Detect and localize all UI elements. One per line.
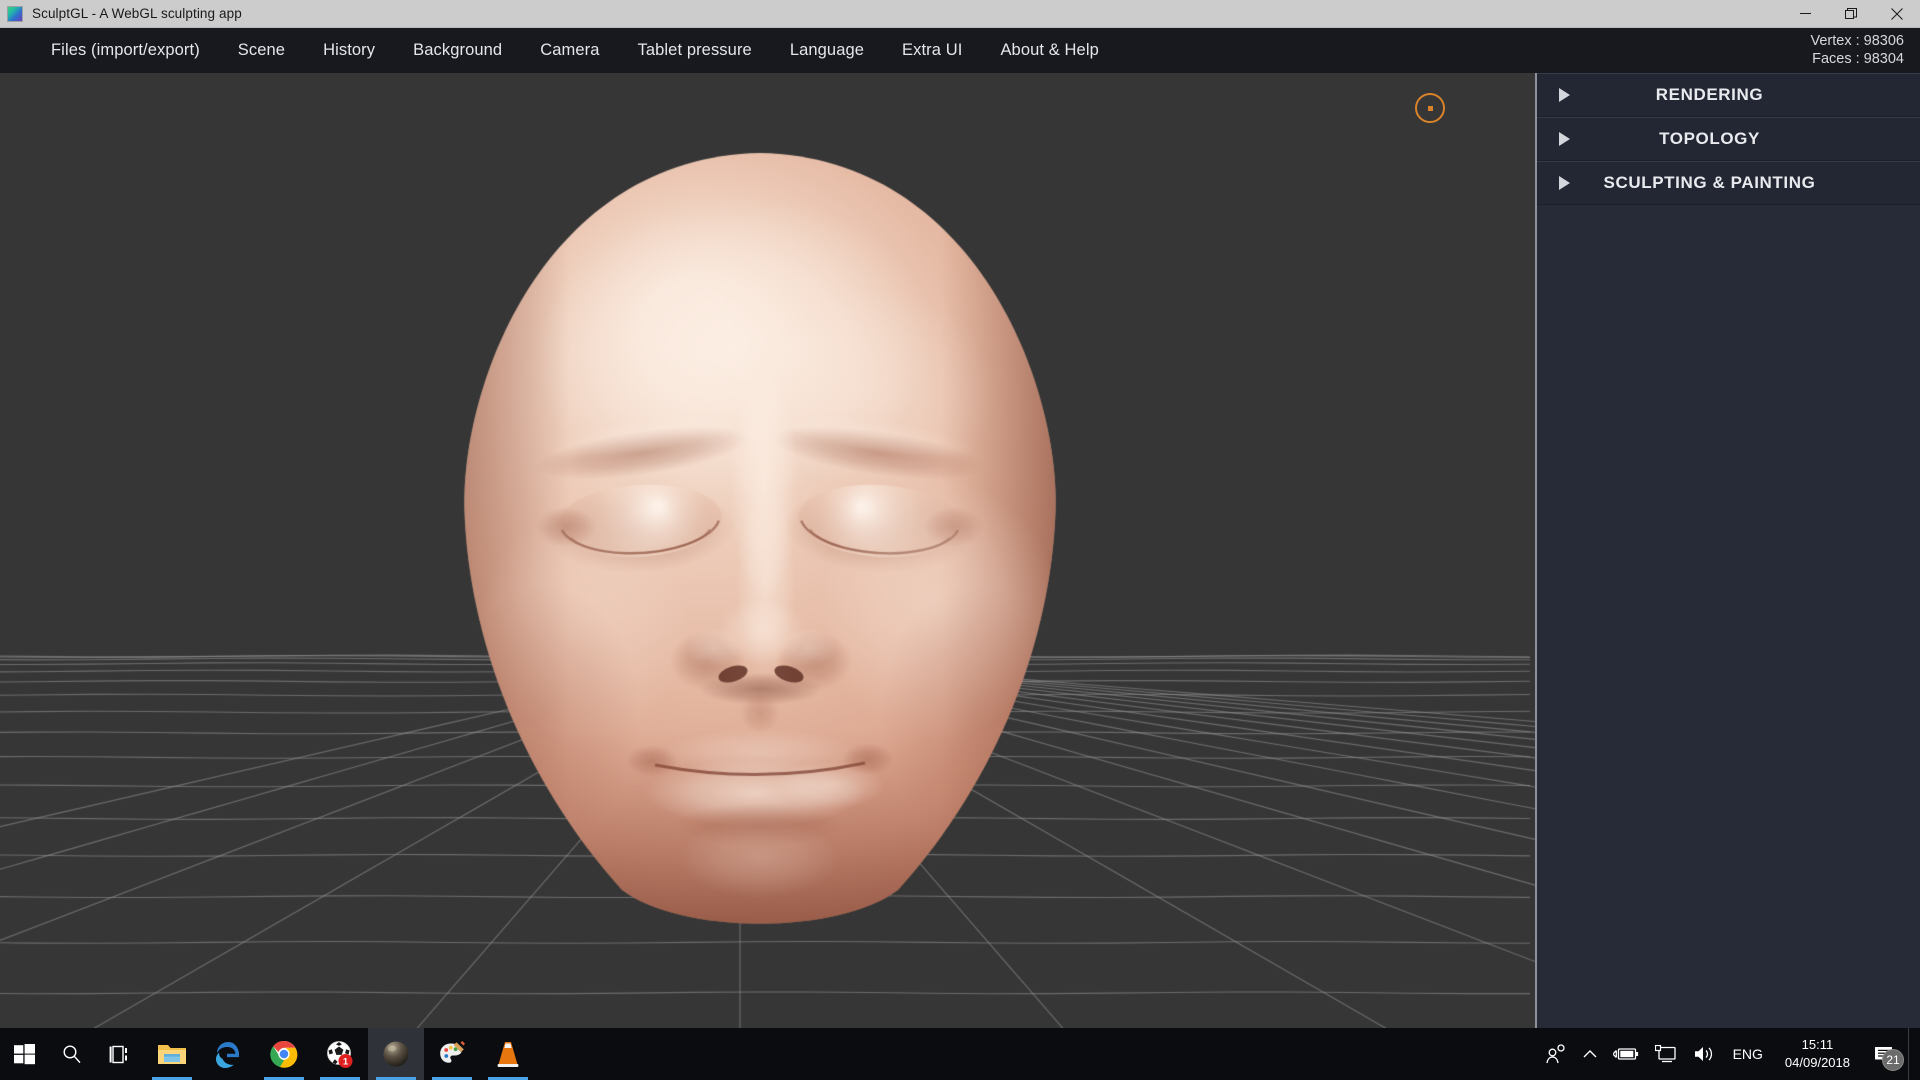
panel-rendering[interactable]: RENDERING (1537, 73, 1920, 117)
panel-topology[interactable]: TOPOLOGY (1537, 117, 1920, 161)
battery-charging-icon[interactable] (1605, 1028, 1647, 1080)
sculpt-3d-viewport[interactable] (0, 73, 1535, 1028)
taskbar-app-vlc[interactable] (480, 1028, 536, 1080)
tools-sidebar: RENDERING TOPOLOGY SCULPTING & PAINTING (1535, 73, 1920, 1028)
clock-time: 15:11 (1801, 1037, 1834, 1053)
main-menu-bar: Files (import/export) Scene History Back… (0, 28, 1920, 73)
taskbar-app-paint-3d[interactable] (424, 1028, 480, 1080)
panel-topology-label: TOPOLOGY (1659, 129, 1760, 148)
menu-item-files[interactable]: Files (import/export) (32, 35, 219, 66)
vertex-count: Vertex : 98306 (1810, 32, 1904, 49)
clock-date: 04/09/2018 (1784, 1055, 1850, 1070)
chevron-right-icon (1559, 88, 1570, 102)
windows-start-icon[interactable] (0, 1028, 48, 1080)
taskbar-app-google-chrome[interactable] (256, 1028, 312, 1080)
taskbar-app-microsoft-edge[interactable] (200, 1028, 256, 1080)
menu-item-scene[interactable]: Scene (219, 35, 304, 66)
window-title: SculptGL - A WebGL sculpting app (32, 6, 242, 21)
chevron-right-icon (1559, 176, 1570, 190)
svg-text:1: 1 (343, 1057, 349, 1068)
window-controls (1782, 0, 1920, 28)
notification-count-badge: 21 (1882, 1049, 1904, 1071)
chevron-right-icon (1559, 132, 1570, 146)
system-tray: ENG 15:11 04/09/2018 21 (1537, 1028, 1920, 1080)
notification-center-icon[interactable]: 21 (1862, 1028, 1908, 1080)
menu-item-history[interactable]: History (304, 35, 394, 66)
menu-item-list: Files (import/export) Scene History Back… (0, 35, 1118, 66)
task-view-icon[interactable] (96, 1028, 144, 1080)
close-button[interactable] (1874, 0, 1920, 28)
people-icon[interactable] (1537, 1028, 1575, 1080)
show-hidden-icons-icon[interactable] (1575, 1028, 1605, 1080)
input-language-indicator[interactable]: ENG (1723, 1028, 1773, 1080)
volume-icon[interactable] (1685, 1028, 1723, 1080)
mesh-statistics: Vertex : 98306 Faces : 98304 (1810, 33, 1920, 68)
taskbar-clock[interactable]: 15:11 04/09/2018 (1773, 1028, 1862, 1080)
search-icon[interactable] (48, 1028, 96, 1080)
title-bar: SculptGL - A WebGL sculpting app (0, 0, 1920, 28)
minimize-button[interactable] (1782, 0, 1828, 28)
panel-sculpting-painting[interactable]: SCULPTING & PAINTING (1537, 161, 1920, 205)
restore-button[interactable] (1828, 0, 1874, 28)
webgl-scene-canvas[interactable] (0, 73, 1535, 1028)
menu-item-tablet-pressure[interactable]: Tablet pressure (619, 35, 771, 66)
show-desktop-button[interactable] (1908, 1028, 1916, 1080)
panel-sculpting-painting-label: SCULPTING & PAINTING (1603, 173, 1816, 192)
menu-item-extra-ui[interactable]: Extra UI (883, 35, 981, 66)
menu-item-about-help[interactable]: About & Help (981, 35, 1117, 66)
taskbar-app-sculptgl[interactable] (368, 1028, 424, 1080)
faces-count: Faces : 98304 (1812, 50, 1904, 67)
menu-item-camera[interactable]: Camera (521, 35, 618, 66)
network-display-icon[interactable] (1647, 1028, 1685, 1080)
menu-item-language[interactable]: Language (771, 35, 883, 66)
sculptgl-application-window: SculptGL - A WebGL sculpting app Files (… (0, 0, 1920, 1080)
menu-item-background[interactable]: Background (394, 35, 521, 66)
panel-rendering-label: RENDERING (1655, 85, 1764, 104)
taskbar-app-file-explorer[interactable] (144, 1028, 200, 1080)
windows-taskbar: 1 ENG 15:11 04/09/2018 21 (0, 1028, 1920, 1080)
taskbar-app-game[interactable]: 1 (312, 1028, 368, 1080)
sculptgl-logo-icon (7, 5, 23, 22)
taskbar-left-section: 1 (0, 1028, 536, 1080)
